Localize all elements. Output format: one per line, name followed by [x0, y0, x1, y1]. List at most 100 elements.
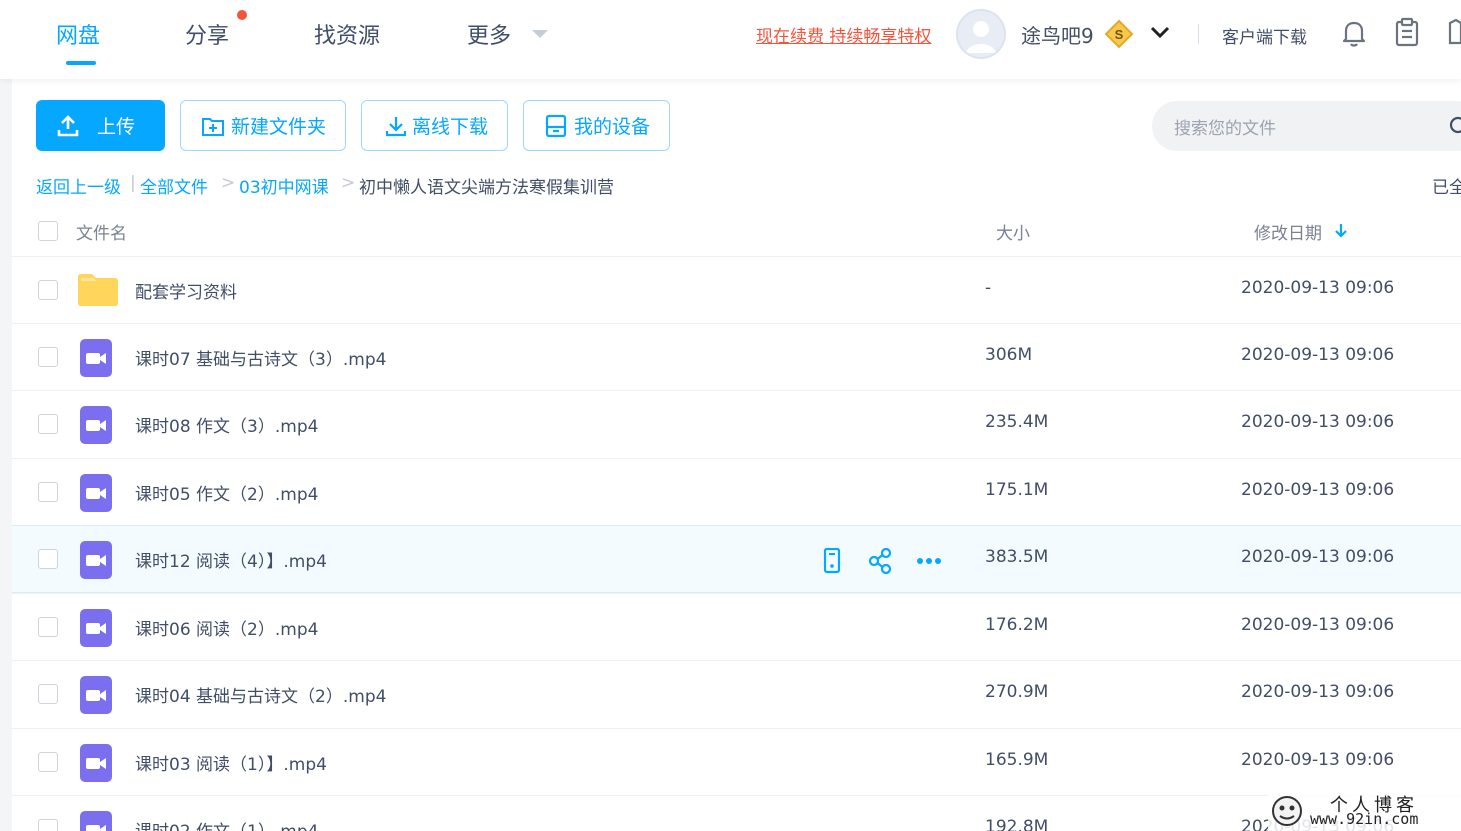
file-name[interactable]: 课时05 作文（2）.mp4	[135, 480, 318, 505]
table-row[interactable]: 配套学习资料 - 2020-09-13 09:06	[12, 256, 1461, 323]
loaded-status: 已全	[1432, 178, 1461, 198]
file-size: 270.9M	[985, 682, 1049, 702]
breadcrumb-separator: >	[221, 173, 236, 193]
row-checkbox[interactable]	[38, 819, 58, 831]
download-icon	[385, 116, 407, 136]
file-name[interactable]: 课时03 阅读（1）】.mp4	[135, 750, 327, 775]
file-date: 2020-09-13 09:06	[1241, 615, 1395, 635]
column-header-name[interactable]: 文件名	[76, 219, 127, 244]
phone-icon[interactable]	[820, 547, 844, 578]
video-file-icon	[78, 675, 114, 719]
select-all-checkbox[interactable]	[38, 221, 58, 241]
table-row[interactable]: 课时06 阅读（2）.mp4 176.2M 2020-09-13 09:06	[12, 593, 1461, 660]
avatar[interactable]	[956, 9, 1006, 59]
table-row[interactable]: 课时07 基础与古诗文（3）.mp4 306M 2020-09-13 09:06	[12, 323, 1461, 390]
left-sidebar-edge	[0, 79, 12, 831]
more-icon[interactable]	[916, 548, 942, 578]
offline-download-button[interactable]: 离线下载	[361, 100, 508, 151]
chevron-down-icon[interactable]	[532, 30, 548, 38]
share-icon[interactable]	[868, 547, 892, 578]
file-size: 176.2M	[985, 615, 1049, 635]
file-name[interactable]: 课时12 阅读（4）】.mp4	[135, 547, 327, 572]
watermark-logo-icon	[1272, 796, 1302, 826]
new-folder-label: 新建文件夹	[231, 116, 327, 138]
table-row[interactable]: 课时03 阅读（1）】.mp4 165.9M 2020-09-13 09:06	[12, 728, 1461, 795]
row-actions	[820, 547, 942, 578]
tab-more[interactable]: 更多	[467, 18, 511, 50]
my-devices-label: 我的设备	[574, 116, 651, 138]
row-checkbox[interactable]	[38, 482, 58, 502]
file-date: 2020-09-13 09:06	[1241, 682, 1395, 702]
file-date: 2020-09-13 09:06	[1241, 412, 1395, 432]
column-header-size[interactable]: 大小	[996, 219, 1030, 244]
file-size: 192.8M	[985, 817, 1049, 831]
tab-share[interactable]: 分享	[185, 18, 229, 50]
file-name[interactable]: 课时06 阅读（2）.mp4	[135, 615, 318, 640]
svg-text:S: S	[1115, 27, 1124, 42]
row-checkbox[interactable]	[38, 549, 58, 569]
search-box[interactable]: 搜索您的文件	[1152, 101, 1461, 151]
table-row[interactable]: 课时05 作文（2）.mp4 175.1M 2020-09-13 09:06	[12, 458, 1461, 525]
new-folder-button[interactable]: 新建文件夹	[180, 100, 346, 151]
search-icon[interactable]	[1448, 115, 1461, 141]
table-row[interactable]: 课时04 基础与古诗文（2）.mp4 270.9M 2020-09-13 09:…	[12, 660, 1461, 727]
row-checkbox[interactable]	[38, 752, 58, 772]
video-file-icon	[78, 338, 114, 382]
file-name[interactable]: 课时07 基础与古诗文（3）.mp4	[135, 345, 386, 370]
file-date: 2020-09-13 09:06	[1241, 278, 1395, 298]
video-file-icon	[78, 743, 114, 787]
tab-find-resources[interactable]: 找资源	[314, 18, 380, 50]
row-checkbox[interactable]	[38, 617, 58, 637]
skin-icon[interactable]	[1446, 17, 1461, 51]
file-date: 2020-09-13 09:06	[1241, 345, 1395, 365]
file-size: 235.4M	[985, 412, 1049, 432]
table-row[interactable]: 课时08 作文（3）.mp4 235.4M 2020-09-13 09:06	[12, 390, 1461, 457]
column-header-modified[interactable]: 修改日期	[1254, 219, 1322, 244]
username[interactable]: 途鸟吧9	[1021, 20, 1094, 49]
active-tab-indicator	[66, 61, 96, 65]
file-size: 306M	[985, 345, 1033, 365]
row-checkbox[interactable]	[38, 414, 58, 434]
user-menu-chevron-icon[interactable]	[1149, 22, 1171, 46]
row-checkbox[interactable]	[38, 347, 58, 367]
search-input[interactable]: 搜索您的文件	[1174, 114, 1276, 139]
video-file-icon	[78, 473, 114, 517]
file-name[interactable]: 课时04 基础与古诗文（2）.mp4	[135, 682, 386, 707]
table-row[interactable]: 课时12 阅读（4）】.mp4 383.5M 2020-09-13 09:06	[12, 525, 1461, 593]
renew-vip-link[interactable]: 现在续费 持续畅享特权	[756, 22, 931, 47]
breadcrumb-level1[interactable]: 03初中网课	[239, 173, 329, 198]
video-file-icon	[78, 405, 114, 449]
vip-badge-icon: S	[1103, 19, 1135, 53]
file-name[interactable]: 配套学习资料	[135, 278, 237, 303]
task-list-icon[interactable]	[1393, 17, 1421, 51]
row-checkbox[interactable]	[38, 684, 58, 704]
file-size: 165.9M	[985, 750, 1049, 770]
breadcrumb-divider: |	[130, 173, 136, 193]
upload-button[interactable]: 上传	[36, 100, 165, 151]
watermark: 个人博客 www.92in.com	[1268, 790, 1461, 831]
breadcrumb-separator: >	[341, 173, 356, 193]
nav-divider	[1198, 24, 1199, 44]
file-name[interactable]: 课时02 作文（1）.mp4	[135, 817, 318, 831]
row-checkbox[interactable]	[38, 280, 58, 300]
bell-icon[interactable]	[1340, 18, 1368, 52]
file-name[interactable]: 课时08 作文（3）.mp4	[135, 412, 318, 437]
table-row[interactable]: 课时02 作文（1）.mp4 192.8M 2020-09-13 09:06	[12, 795, 1461, 831]
tab-netdisk[interactable]: 网盘	[56, 18, 100, 50]
notification-dot	[237, 10, 247, 20]
video-file-icon	[78, 810, 114, 831]
breadcrumb-back[interactable]: 返回上一级	[36, 173, 121, 198]
folder-icon	[77, 273, 119, 311]
upload-icon	[57, 114, 79, 136]
sort-desc-icon[interactable]	[1334, 222, 1348, 244]
client-download-link[interactable]: 客户端下载	[1222, 23, 1307, 48]
watermark-url: www.92in.com	[1310, 810, 1419, 828]
breadcrumb-current: 初中懒人语文尖端方法寒假集训营	[359, 178, 614, 198]
file-size: 175.1M	[985, 480, 1049, 500]
video-file-icon	[78, 540, 114, 584]
breadcrumb-root[interactable]: 全部文件	[140, 173, 208, 198]
file-date: 2020-09-13 09:06	[1241, 750, 1395, 770]
my-devices-button[interactable]: 我的设备	[523, 100, 670, 151]
video-file-icon	[78, 608, 114, 652]
file-date: 2020-09-13 09:06	[1241, 480, 1395, 500]
